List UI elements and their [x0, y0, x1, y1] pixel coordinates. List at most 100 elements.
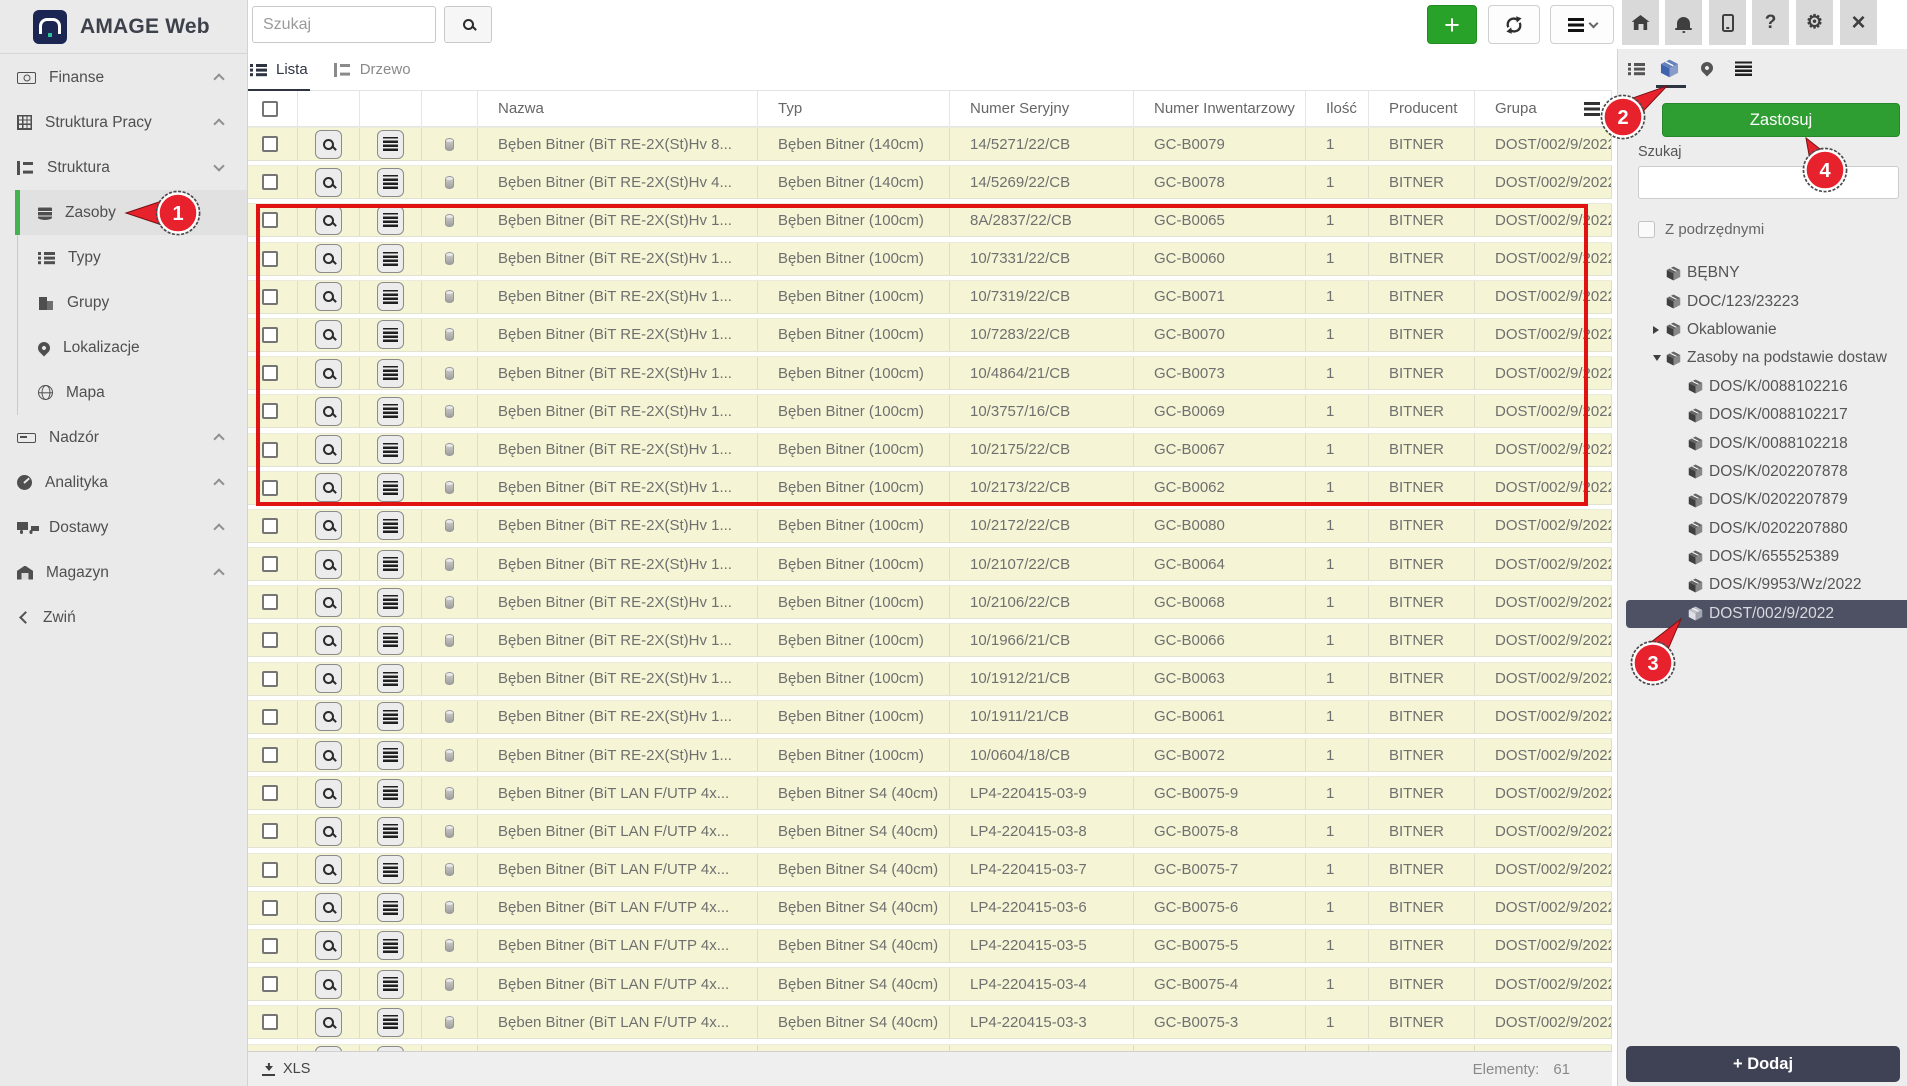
row-menu-button[interactable] [377, 588, 404, 617]
sidebar-item[interactable]: Struktura Pracy [0, 100, 247, 145]
preview-button[interactable] [315, 206, 342, 235]
row-checkbox[interactable] [262, 518, 278, 534]
sidebar-item[interactable]: Mapa [17, 370, 247, 415]
actions-menu-button[interactable] [1550, 5, 1614, 44]
settings-button[interactable]: ⚙ [1796, 0, 1833, 45]
row-menu-button[interactable] [377, 397, 404, 426]
sidebar-item[interactable]: Zwiń [0, 595, 247, 640]
preview-button[interactable] [315, 779, 342, 808]
panel-search-input[interactable] [1638, 166, 1899, 199]
sidebar-item[interactable]: Finanse [0, 55, 247, 100]
row-checkbox[interactable] [262, 594, 278, 610]
notifications-button[interactable] [1665, 0, 1702, 45]
help-button[interactable]: ? [1752, 0, 1789, 45]
tree-item[interactable]: DOST/002/9/2022 [1626, 600, 1907, 628]
panel-tab-locations[interactable] [1701, 61, 1713, 79]
tree-item[interactable]: DOS/K/0202207878 [1618, 458, 1907, 486]
search-input[interactable] [252, 6, 436, 43]
close-button[interactable]: × [1840, 0, 1877, 45]
preview-button[interactable] [315, 473, 342, 502]
preview-button[interactable] [315, 626, 342, 655]
row-checkbox[interactable] [262, 709, 278, 725]
row-menu-button[interactable] [377, 931, 404, 960]
panel-tab-table[interactable] [1735, 61, 1752, 81]
row-menu-button[interactable] [377, 511, 404, 540]
mobile-button[interactable] [1709, 0, 1746, 45]
row-menu-button[interactable] [377, 473, 404, 502]
preview-button[interactable] [315, 931, 342, 960]
sidebar-item[interactable]: Typy [17, 235, 247, 280]
preview-button[interactable] [315, 588, 342, 617]
apply-button[interactable]: Zastosuj [1662, 103, 1900, 137]
row-menu-button[interactable] [377, 893, 404, 922]
row-checkbox[interactable] [262, 327, 278, 343]
preview-button[interactable] [315, 893, 342, 922]
preview-button[interactable] [315, 397, 342, 426]
col-header-producent[interactable]: Producent [1369, 91, 1475, 126]
tab-drzewo[interactable]: Drzewo [332, 49, 413, 91]
row-menu-button[interactable] [377, 206, 404, 235]
row-checkbox[interactable] [262, 136, 278, 152]
tree-item[interactable]: DOS/K/0202207880 [1618, 515, 1907, 543]
sidebar-item[interactable]: Struktura [0, 145, 247, 190]
row-checkbox[interactable] [262, 251, 278, 267]
tree-item[interactable]: BĘBNY [1618, 259, 1907, 287]
row-menu-button[interactable] [377, 130, 404, 159]
preview-button[interactable] [315, 282, 342, 311]
with-children-checkbox[interactable] [1638, 221, 1655, 238]
preview-button[interactable] [315, 702, 342, 731]
row-checkbox[interactable] [262, 480, 278, 496]
expander-icon[interactable] [1653, 326, 1666, 334]
row-checkbox[interactable] [262, 174, 278, 190]
row-menu-button[interactable] [377, 779, 404, 808]
tree-item[interactable]: DOC/123/23223 [1618, 287, 1907, 315]
preview-button[interactable] [315, 1008, 342, 1037]
row-menu-button[interactable] [377, 626, 404, 655]
row-checkbox[interactable] [262, 823, 278, 839]
row-menu-button[interactable] [377, 168, 404, 197]
row-checkbox[interactable] [262, 442, 278, 458]
row-checkbox[interactable] [262, 632, 278, 648]
col-header-typ[interactable]: Typ [758, 91, 950, 126]
row-menu-button[interactable] [377, 855, 404, 884]
row-checkbox[interactable] [262, 403, 278, 419]
preview-button[interactable] [315, 511, 342, 540]
row-menu-button[interactable] [377, 435, 404, 464]
preview-button[interactable] [315, 855, 342, 884]
tab-lista[interactable]: Lista [248, 49, 310, 91]
sidebar-item[interactable]: Magazyn [0, 550, 247, 595]
sidebar-item[interactable]: Lokalizacje [17, 325, 247, 370]
tree-item[interactable]: Okablowanie [1618, 316, 1907, 344]
tree-item[interactable]: Zasoby na podstawie dostaw [1618, 344, 1907, 372]
home-button[interactable] [1622, 0, 1659, 45]
refresh-button[interactable] [1488, 5, 1540, 44]
row-menu-button[interactable] [377, 282, 404, 311]
row-menu-button[interactable] [377, 702, 404, 731]
row-checkbox[interactable] [262, 785, 278, 801]
row-checkbox[interactable] [262, 671, 278, 687]
preview-button[interactable] [315, 970, 342, 999]
tree-item[interactable]: DOS/K/9953/Wz/2022 [1618, 571, 1907, 599]
select-all-checkbox[interactable] [262, 101, 278, 117]
row-menu-button[interactable] [377, 817, 404, 846]
sidebar-item[interactable]: Dostawy [0, 505, 247, 550]
with-children-option[interactable]: Z podrzędnymi [1638, 221, 1764, 238]
row-menu-button[interactable] [377, 359, 404, 388]
preview-button[interactable] [315, 244, 342, 273]
row-checkbox[interactable] [262, 212, 278, 228]
preview-button[interactable] [315, 817, 342, 846]
sidebar-item[interactable]: Grupy [17, 280, 247, 325]
preview-button[interactable] [315, 664, 342, 693]
panel-tab-list[interactable] [1628, 62, 1645, 80]
search-button[interactable] [444, 6, 492, 43]
preview-button[interactable] [315, 168, 342, 197]
export-xls-button[interactable]: XLS [262, 1061, 310, 1077]
row-checkbox[interactable] [262, 289, 278, 305]
tree-item[interactable]: DOS/K/0088102218 [1618, 429, 1907, 457]
col-header-ilosc[interactable]: Ilość [1306, 91, 1369, 126]
row-menu-button[interactable] [377, 664, 404, 693]
row-menu-button[interactable] [377, 1008, 404, 1037]
preview-button[interactable] [315, 359, 342, 388]
add-group-button[interactable]: + Dodaj [1626, 1046, 1900, 1082]
column-config-button[interactable] [1584, 101, 1600, 121]
